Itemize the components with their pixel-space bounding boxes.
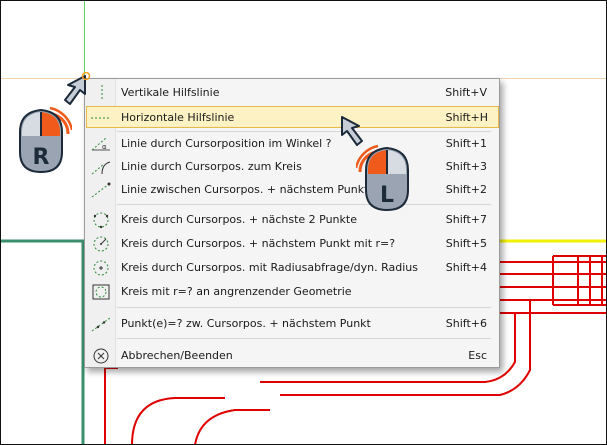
cad-workspace[interactable]: Vertikale Hilfslinie Shift+V Horizontale…: [0, 0, 607, 445]
menu-item-shortcut: Shift+5: [445, 237, 487, 250]
menu-item-label: Kreis durch Cursorpos. + nächste 2 Punkt…: [121, 213, 357, 226]
circle-dynamic-radius-icon: [93, 260, 109, 276]
left-mouse-button-icon: L: [356, 144, 409, 212]
menu-item-points-between[interactable]: Punkt(e)=? zw. Cursorpos. + nächstem Pun…: [87, 313, 497, 335]
menu-item-shortcut: Shift+2: [445, 183, 487, 196]
menu-item-vertical-guide[interactable]: Vertikale Hilfslinie Shift+V: [87, 82, 497, 104]
points-between-icon: [91, 317, 111, 332]
menu-item-line-to-point[interactable]: Linie zwischen Cursorpos. + nächstem Pun…: [87, 179, 497, 201]
circle-point-radius-icon: [93, 236, 109, 252]
menu-separator: [117, 204, 491, 205]
menu-item-circle-tangent[interactable]: Kreis mit r=? an angrenzender Geometrie: [87, 281, 497, 303]
menu-item-angle-line[interactable]: α Linie durch Cursorposition im Winkel ?…: [87, 133, 497, 155]
menu-separator: [117, 131, 491, 132]
menu-item-circle-point-radius[interactable]: Kreis durch Cursorpos. + nächstem Punkt …: [87, 233, 497, 255]
cancel-icon: [93, 348, 109, 364]
menu-item-label: Linie zwischen Cursorpos. + nächstem Pun…: [121, 183, 369, 196]
menu-item-label: Horizontale Hilfslinie: [121, 111, 235, 124]
menu-item-label: Kreis mit r=? an angrenzender Geometrie: [121, 285, 352, 298]
menu-item-shortcut: Shift+6: [445, 317, 487, 330]
line-to-point-icon: [91, 182, 111, 198]
menu-separator: [117, 307, 491, 308]
menu-item-label: Vertikale Hilfslinie: [121, 86, 220, 99]
right-mouse-label: R: [33, 145, 50, 170]
left-mouse-label: L: [380, 183, 394, 208]
angle-line-icon: α: [91, 137, 110, 151]
menu-item-label: Abbrechen/Beenden: [121, 349, 233, 362]
menu-item-cancel[interactable]: Abbrechen/Beenden Esc: [87, 345, 497, 367]
line-to-circle-icon: [91, 161, 111, 175]
menu-item-label: Punkt(e)=? zw. Cursorpos. + nächstem Pun…: [121, 317, 371, 330]
menu-item-shortcut: Shift+H: [445, 111, 489, 124]
right-mouse-button-icon: R: [19, 106, 72, 174]
menu-item-circle-three-points[interactable]: Kreis durch Cursorpos. + nächste 2 Punkt…: [87, 209, 497, 231]
menu-item-label: Kreis durch Cursorpos. mit Radiusabfrage…: [121, 261, 419, 274]
menu-item-label: Linie durch Cursorposition im Winkel ?: [121, 137, 332, 150]
menu-item-shortcut: Shift+3: [445, 160, 487, 173]
menu-item-shortcut: Shift+V: [445, 86, 487, 99]
menu-item-label: Kreis durch Cursorpos. + nächstem Punkt …: [121, 237, 396, 250]
circle-three-points-icon: [93, 212, 109, 229]
context-menu: Vertikale Hilfslinie Shift+V Horizontale…: [84, 78, 500, 368]
circle-tangent-icon: [92, 284, 110, 300]
menu-item-line-to-circle[interactable]: Linie durch Cursorpos. zum Kreis Shift+3: [87, 156, 497, 178]
svg-text:α: α: [102, 143, 107, 151]
menu-item-circle-dynamic-radius[interactable]: Kreis durch Cursorpos. mit Radiusabfrage…: [87, 257, 497, 279]
menu-item-horizontal-guide[interactable]: Horizontale Hilfslinie Shift+H: [86, 106, 499, 128]
menu-separator: [117, 338, 491, 339]
menu-item-label: Linie durch Cursorpos. zum Kreis: [121, 160, 302, 173]
menu-item-shortcut: Shift+4: [445, 261, 487, 274]
menu-item-shortcut: Esc: [468, 349, 487, 362]
menu-item-shortcut: Shift+1: [445, 137, 487, 150]
menu-item-shortcut: Shift+7: [445, 213, 487, 226]
